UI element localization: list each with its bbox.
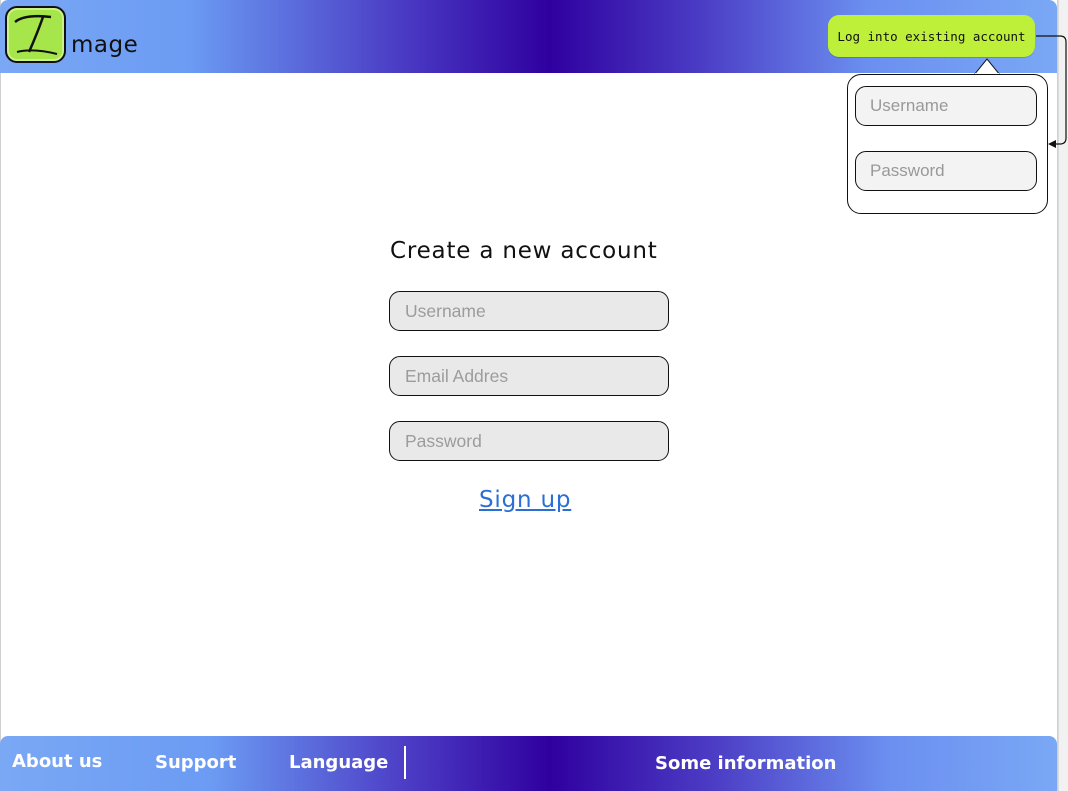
login-button[interactable]: Log into existing account (828, 15, 1035, 57)
page-title: Create a new account (390, 238, 658, 264)
footer-bar: About us Support Language Some informati… (0, 736, 1057, 791)
signup-password-input[interactable] (389, 421, 669, 461)
footer-link-support[interactable]: Support (155, 752, 236, 773)
signup-email-input[interactable] (389, 356, 669, 396)
footer-divider (404, 746, 406, 779)
footer-link-about[interactable]: About us (12, 751, 102, 772)
logo-text: mage (71, 32, 139, 58)
login-popover (847, 74, 1048, 214)
login-password-input[interactable] (855, 151, 1037, 191)
footer-link-language[interactable]: Language (289, 752, 388, 773)
popover-pointer (974, 58, 1000, 75)
logo-icon[interactable] (5, 6, 66, 63)
footer-info-text: Some information (655, 753, 837, 774)
header-bar: mage Log into existing account (0, 0, 1057, 73)
signup-username-input[interactable] (389, 291, 669, 331)
signup-link[interactable]: Sign up (479, 487, 571, 513)
login-username-input[interactable] (855, 86, 1037, 126)
